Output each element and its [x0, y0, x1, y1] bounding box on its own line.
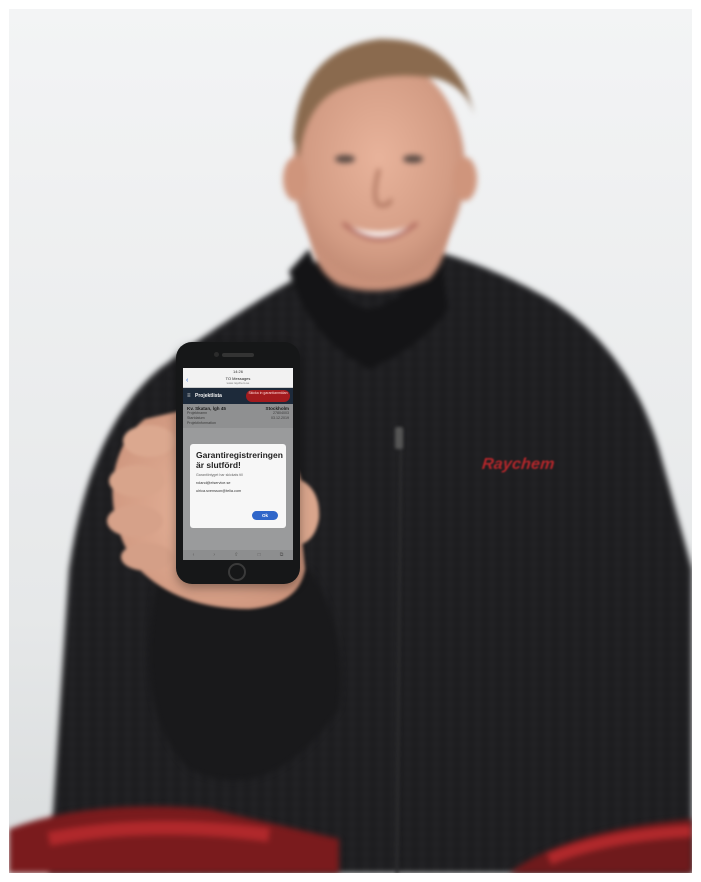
- forward-nav-icon[interactable]: ›: [213, 552, 215, 558]
- confirmation-dialog: Garantiregistreringen är slutförd! Garan…: [190, 444, 286, 528]
- dialog-message: Garantiintyget har skickats till: [196, 473, 243, 477]
- earpiece: [222, 353, 254, 357]
- email-address: ulrica.svensson@telia.com: [196, 489, 242, 493]
- browser-bar: ‹ TO Messages www.raychem.se: [183, 375, 293, 388]
- row-value: 03.12.2019: [271, 416, 289, 420]
- submit-warranty-button[interactable]: Skicka in garantianmälan: [246, 390, 290, 402]
- email-address: roland@elservice.se: [196, 481, 231, 485]
- photo: Raychem 14:26 ‹ TO Messages www.raychem.…: [9, 9, 692, 873]
- status-time: 14:26: [232, 369, 243, 374]
- bookmarks-icon[interactable]: □: [258, 552, 261, 558]
- share-icon[interactable]: ⇧: [234, 552, 238, 558]
- row-label: Projektinformation: [187, 421, 216, 425]
- app-header: ≡ Projektlista Skicka in garantianmälan: [183, 388, 293, 404]
- browser-url: www.raychem.se: [226, 381, 250, 385]
- zipper-pull: [395, 427, 403, 449]
- ok-button[interactable]: Ok: [252, 511, 278, 520]
- tabs-icon[interactable]: ⧉: [280, 552, 284, 558]
- scene: [9, 9, 692, 873]
- back-nav-icon[interactable]: ‹: [193, 552, 195, 558]
- dialog-title: Garantiregistreringen är slutförd!: [196, 450, 283, 470]
- status-bar: 14:26: [183, 368, 293, 375]
- smartphone: 14:26 ‹ TO Messages www.raychem.se ≡ Pro…: [176, 342, 300, 584]
- phone-screen: 14:26 ‹ TO Messages www.raychem.se ≡ Pro…: [183, 368, 293, 560]
- project-row: Projektinformation: [187, 421, 289, 426]
- browser-toolbar: ‹ › ⇧ □ ⧉: [183, 550, 293, 560]
- project-info: Kv. Skatan, lgh 45 Stockholm Projektnamn…: [183, 404, 293, 428]
- front-camera: [214, 352, 219, 357]
- home-button[interactable]: [228, 563, 246, 581]
- menu-icon[interactable]: ≡: [187, 392, 191, 400]
- app-title: Projektlista: [195, 393, 222, 399]
- jacket-brand-logo: Raychem: [481, 456, 556, 473]
